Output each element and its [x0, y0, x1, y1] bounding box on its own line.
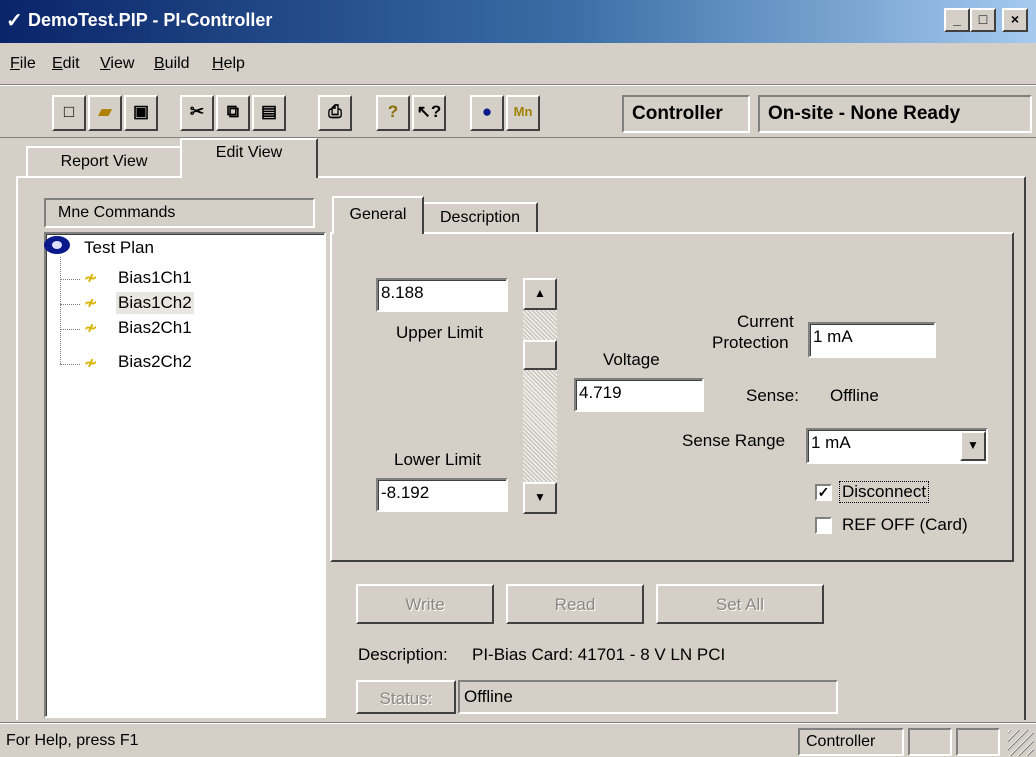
lower-limit-label: Lower Limit [394, 450, 481, 469]
status-display: Offline [458, 680, 838, 714]
current-label: Current [737, 312, 794, 331]
help-hint: For Help, press F1 [6, 732, 139, 749]
tree-connector [60, 257, 61, 364]
write-button[interactable]: Write [356, 584, 494, 624]
tree-branch [60, 364, 80, 365]
upper-limit-label: Upper Limit [396, 323, 483, 342]
read-button[interactable]: Read [506, 584, 644, 624]
maximize-button[interactable]: □ [970, 8, 996, 32]
tree-root[interactable]: Test Plan [84, 238, 154, 258]
mne-icon[interactable]: Mn [506, 95, 540, 131]
tree-item-bias2ch2[interactable]: Bias2Ch2 [118, 352, 192, 372]
upper-limit-input[interactable]: 8.188 [376, 278, 508, 312]
connection-status-label: On-site - None Ready [758, 95, 1032, 133]
tab-edit-view[interactable]: Edit View [180, 138, 318, 178]
statusbar-mode: Controller [798, 728, 904, 756]
outer-tab-divider [0, 137, 1036, 138]
status-button[interactable]: Status: [356, 680, 456, 714]
description-value: PI-Bias Card: 41701 - 8 V LN PCI [472, 645, 726, 664]
disconnect-checkbox[interactable]: ✓ [815, 484, 832, 501]
bias-icon: ≁ [84, 295, 98, 312]
title-bar[interactable]: ✓ DemoTest.PIP - PI-Controller _ □ × [0, 0, 1036, 43]
minimize-button[interactable]: _ [944, 8, 970, 32]
tree-item-bias1ch1[interactable]: Bias1Ch1 [118, 268, 192, 288]
copy-icon[interactable]: ⧉ [216, 95, 250, 131]
cut-icon[interactable]: ✂ [180, 95, 214, 131]
eye-pupil [52, 241, 62, 249]
voltage-slider-track[interactable] [523, 278, 557, 514]
menu-file[interactable]: File [10, 55, 36, 73]
tree-item-bias1ch2[interactable]: Bias1Ch2 [116, 292, 194, 314]
bias-icon: ≁ [84, 320, 98, 337]
description-label: Description: [358, 645, 448, 664]
current-protection-input[interactable]: 1 mA [808, 322, 936, 358]
controller-mode-label: Controller [622, 95, 750, 133]
status-value: Offline [464, 687, 513, 706]
tab-description[interactable]: Description [422, 202, 538, 232]
voltage-slider-thumb[interactable] [523, 339, 557, 370]
paste-icon[interactable]: ▤ [252, 95, 286, 131]
sense-value: Offline [830, 386, 879, 405]
ref-off-checkbox[interactable] [815, 517, 832, 534]
menu-build[interactable]: Build [154, 55, 190, 73]
tab-report-view[interactable]: Report View [26, 146, 182, 176]
chevron-down-icon[interactable]: ▼ [960, 431, 986, 461]
context-help-icon[interactable]: ↖? [412, 95, 446, 131]
slider-up-button[interactable]: ▲ [523, 278, 557, 310]
voltage-label: Voltage [603, 350, 660, 369]
menu-help[interactable]: Help [212, 55, 245, 73]
set-all-button[interactable]: Set All [656, 584, 824, 624]
statusbar-pane [956, 728, 1000, 756]
check-mark-icon: ✓ [817, 484, 830, 500]
menu-edit[interactable]: Edit [52, 55, 80, 73]
tree-branch [60, 304, 80, 305]
ref-off-label[interactable]: REF OFF (Card) [842, 515, 968, 535]
bias-icon: ≁ [84, 270, 98, 287]
tree-header: Mne Commands [44, 198, 315, 228]
sense-range-value: 1 mA [811, 433, 851, 452]
bias-icon: ≁ [84, 355, 98, 372]
sense-label: Sense: [746, 386, 799, 405]
statusbar-pane [908, 728, 952, 756]
view-eye-icon[interactable]: ● [470, 95, 504, 131]
tab-general[interactable]: General [332, 196, 424, 234]
app-check-icon: ✓ [6, 10, 23, 32]
tree-branch [60, 329, 80, 330]
sense-range-label: Sense Range [682, 431, 786, 450]
print-icon[interactable]: ⎙ [318, 95, 352, 131]
help-icon[interactable]: ? [376, 95, 410, 131]
open-folder-icon[interactable]: ▰ [88, 95, 122, 131]
menu-view[interactable]: View [100, 55, 134, 73]
new-file-icon[interactable]: □ [52, 95, 86, 131]
window-title: DemoTest.PIP - PI-Controller [28, 10, 273, 30]
lower-limit-input[interactable]: -8.192 [376, 478, 508, 512]
disconnect-label[interactable]: Disconnect [838, 481, 930, 503]
voltage-input[interactable]: 4.719 [574, 378, 704, 412]
slider-down-button[interactable]: ▼ [523, 482, 557, 514]
menu-bar: File Edit View Build Help [0, 43, 1036, 83]
tree-branch [60, 279, 80, 280]
tree-item-bias2ch1[interactable]: Bias2Ch1 [118, 318, 192, 338]
resize-grip-icon[interactable] [1008, 730, 1034, 756]
menu-divider [0, 84, 1036, 86]
save-icon[interactable]: ▣ [124, 95, 158, 131]
protection-label: Protection [712, 333, 789, 352]
statusbar-divider [0, 722, 1036, 724]
close-button[interactable]: × [1002, 8, 1028, 32]
